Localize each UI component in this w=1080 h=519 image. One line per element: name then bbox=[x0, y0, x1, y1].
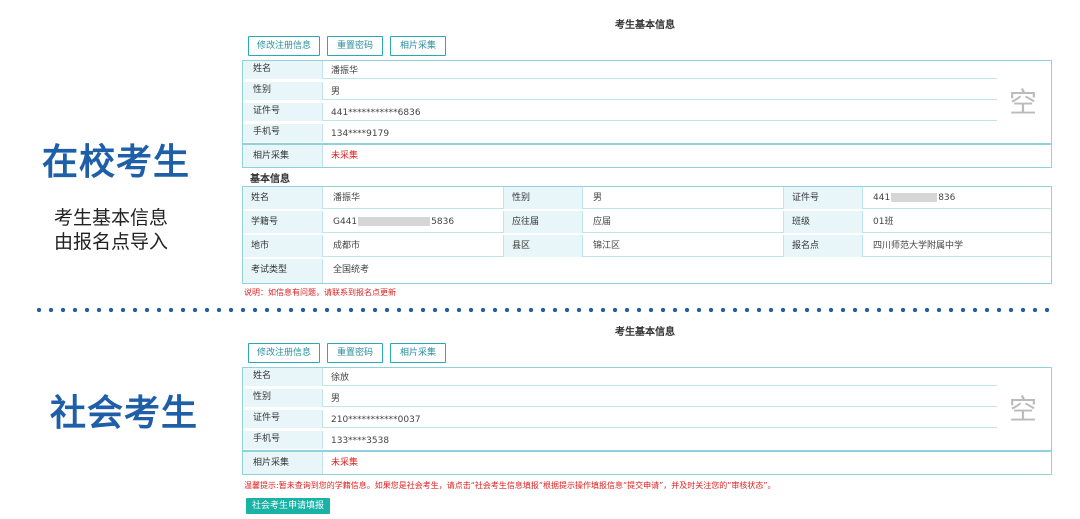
school-student-title: 在校考生 bbox=[42, 142, 191, 183]
grid-value-student-no: G441 5836 bbox=[325, 211, 505, 233]
grid-label-graduate: 应往届 bbox=[503, 211, 583, 233]
grid-value-id-prefix: 441 bbox=[873, 193, 891, 203]
social-student-title: 社会考生 bbox=[50, 393, 199, 434]
info-label-gender: 性别 bbox=[243, 389, 323, 407]
panel-title-top: 考生基本信息 bbox=[615, 20, 675, 31]
basic-info-box-top: 姓名 潘振华 性别 男 证件号 441***********6836 手机号 1… bbox=[242, 60, 1052, 144]
photo-status-value: 未采集 bbox=[331, 151, 359, 161]
grid-row-4: 考试类型 全国统考 bbox=[243, 259, 1051, 283]
basic-info-grid: 姓名 潘振华 性别 男 证件号 441 836 学籍号 G441 5836 应往届 … bbox=[242, 186, 1052, 284]
school-note: 说明：如信息有问题，请联系到报名点更新 bbox=[244, 288, 396, 297]
photo-placeholder-top: 空 bbox=[1008, 86, 1037, 119]
info-label-name: 姓名 bbox=[243, 368, 323, 386]
screenshot-root: 在校考生 考生基本信息 由报名点导入 社会考生 考生基本信息 修改注册信息 重置… bbox=[0, 0, 1080, 519]
grid-value-exam-type: 全国统考 bbox=[333, 265, 370, 275]
basic-info-heading: 基本信息 bbox=[250, 174, 290, 185]
info-row-gender: 性别 男 bbox=[243, 82, 997, 100]
grid-value-id-suffix: 836 bbox=[938, 193, 956, 203]
info-label-phone: 手机号 bbox=[243, 431, 323, 449]
redaction-mask bbox=[358, 217, 431, 226]
grid-label-city: 地市 bbox=[243, 235, 323, 257]
photo-status-row-bottom: 相片采集 未采集 bbox=[242, 451, 1052, 475]
info-value-gender: 男 bbox=[331, 87, 341, 97]
grid-value-student-no-prefix: G441 bbox=[333, 217, 358, 227]
grid-label-district: 县区 bbox=[503, 235, 583, 257]
info-row-phone: 手机号 133****3538 bbox=[243, 431, 997, 449]
grid-label-name: 姓名 bbox=[243, 187, 323, 209]
info-row-id: 证件号 441***********6836 bbox=[243, 103, 997, 121]
info-row-name: 姓名 徐放 bbox=[243, 368, 997, 386]
info-value-id: 441***********6836 bbox=[331, 108, 421, 118]
grid-label-id: 证件号 bbox=[783, 187, 863, 209]
grid-row-2: 学籍号 G441 5836 应往届 应届 班级 01班 bbox=[243, 211, 1051, 233]
edit-registration-button[interactable]: 修改注册信息 bbox=[248, 36, 320, 56]
grid-label-class: 班级 bbox=[783, 211, 863, 233]
info-label-gender: 性别 bbox=[243, 82, 323, 100]
photo-status-row-top: 相片采集 未采集 bbox=[242, 144, 1052, 168]
info-label-id: 证件号 bbox=[243, 103, 323, 121]
grid-label-student-no: 学籍号 bbox=[243, 211, 323, 233]
grid-value-graduate: 应届 bbox=[593, 217, 612, 227]
basic-info-box-bottom: 姓名 徐放 性别 男 证件号 210***********0037 手机号 13… bbox=[242, 367, 1052, 451]
info-row-id: 证件号 210***********0037 bbox=[243, 410, 997, 428]
social-apply-button[interactable]: 社会考生申请填报 bbox=[246, 498, 331, 514]
info-label-phone: 手机号 bbox=[243, 124, 323, 142]
grid-row-1: 姓名 潘振华 性别 男 证件号 441 836 bbox=[243, 187, 1051, 209]
grid-value-site: 四川师范大学附属中学 bbox=[873, 241, 964, 251]
info-value-name: 潘振华 bbox=[331, 66, 359, 76]
edit-registration-button[interactable]: 修改注册信息 bbox=[248, 343, 320, 363]
photo-capture-button[interactable]: 相片采集 bbox=[390, 36, 446, 56]
panel-title-bottom: 考生基本信息 bbox=[615, 327, 675, 338]
grid-value-id: 441 836 bbox=[865, 187, 1045, 209]
reset-password-button[interactable]: 重置密码 bbox=[327, 343, 383, 363]
info-value-phone: 134****9179 bbox=[331, 129, 390, 139]
info-label-name: 姓名 bbox=[243, 61, 323, 79]
redaction-mask bbox=[891, 193, 938, 202]
info-row-gender: 性别 男 bbox=[243, 389, 997, 407]
photo-placeholder-bottom: 空 bbox=[1008, 393, 1037, 426]
section-divider bbox=[33, 307, 1053, 313]
photo-status-label: 相片采集 bbox=[243, 145, 323, 167]
grid-label-gender: 性别 bbox=[503, 187, 583, 209]
grid-value-gender: 男 bbox=[593, 193, 603, 203]
info-row-phone: 手机号 134****9179 bbox=[243, 124, 997, 142]
grid-value-name: 潘振华 bbox=[333, 193, 361, 203]
info-value-id: 210***********0037 bbox=[331, 415, 421, 425]
school-student-subtitle-line1: 考生基本信息 bbox=[54, 207, 169, 229]
info-row-name: 姓名 潘振华 bbox=[243, 61, 997, 79]
info-label-id: 证件号 bbox=[243, 410, 323, 428]
grid-value-class: 01班 bbox=[873, 217, 894, 227]
reset-password-button[interactable]: 重置密码 bbox=[327, 36, 383, 56]
grid-value-student-no-suffix: 5836 bbox=[431, 217, 455, 227]
grid-value-district: 锦江区 bbox=[593, 241, 621, 251]
photo-capture-button[interactable]: 相片采集 bbox=[390, 343, 446, 363]
info-value-name: 徐放 bbox=[331, 373, 350, 383]
photo-status-label: 相片采集 bbox=[243, 452, 323, 474]
school-student-subtitle-line2: 由报名点导入 bbox=[54, 231, 169, 253]
grid-row-3: 地市 成都市 县区 锦江区 报名点 四川师范大学附属中学 bbox=[243, 235, 1051, 257]
grid-value-city: 成都市 bbox=[333, 241, 361, 251]
grid-label-exam-type: 考试类型 bbox=[243, 259, 323, 283]
info-value-phone: 133****3538 bbox=[331, 436, 390, 446]
info-value-gender: 男 bbox=[331, 394, 341, 404]
grid-label-site: 报名点 bbox=[783, 235, 863, 257]
photo-status-value: 未采集 bbox=[331, 458, 359, 468]
social-note: 温馨提示:暂未查询到您的学籍信息。如果您是社会考生，请点击“社会考生信息填报”根… bbox=[244, 481, 776, 490]
